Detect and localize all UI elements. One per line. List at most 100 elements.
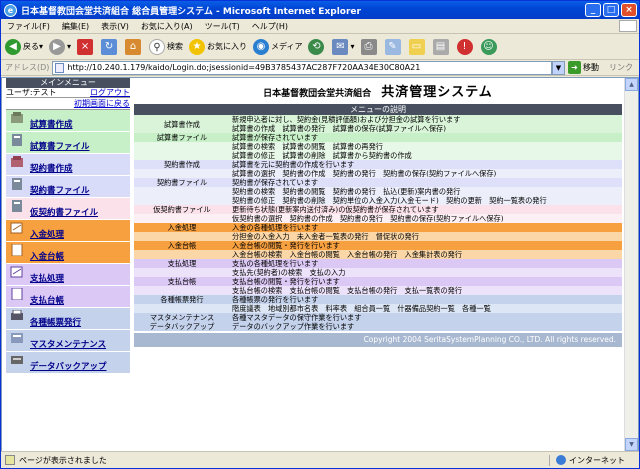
- row-description: 試算書が保存されています: [230, 133, 622, 142]
- mail-button[interactable]: ✉ ▾: [332, 38, 355, 55]
- go-button[interactable]: ➜ 移動: [568, 61, 599, 74]
- sidebar-item-contract-create[interactable]: 契約書作成: [6, 154, 130, 176]
- close-button[interactable]: ×: [621, 3, 637, 17]
- org-name: 日本基督教団会堂共済組合: [263, 89, 372, 99]
- row-description: 入金の各種処理を行います: [230, 223, 622, 232]
- table-row: 試算書ファイル 試算書が保存されています: [134, 133, 622, 142]
- row-description: 階度議表 地域別都市名表 料率表 組合員一覧 什器備品契約一覧 各種一覧: [230, 304, 622, 313]
- main-panel: 日本基督教団会堂共済組合 共済管理システム メニューの説明 試算書作成 新規申込者に…: [130, 78, 638, 451]
- home-link[interactable]: 初期画面に戻る: [74, 99, 130, 108]
- fax-button[interactable]: ▤: [432, 38, 451, 55]
- contract-file-icon: [10, 178, 24, 190]
- forward-button[interactable]: ▶ ▾: [49, 38, 71, 55]
- payment-in-icon: [10, 222, 24, 234]
- messenger-button[interactable]: !: [456, 38, 475, 55]
- table-row: マスタメンテナンス 各種マスタデータの保守作業を行います: [134, 313, 622, 322]
- row-description: 新規申込者に対し、契約金(見積評価額)および分担金の試算を行います 試算書の作成 …: [230, 115, 622, 133]
- row-description: データのバックアップ作業を行います: [230, 322, 622, 331]
- menu-edit[interactable]: 編集(E): [62, 21, 89, 32]
- stop-button[interactable]: ×: [77, 38, 95, 55]
- security-zone: インターネット: [549, 454, 639, 466]
- fax-icon: ▤: [432, 38, 449, 55]
- home-button[interactable]: ⌂: [125, 38, 143, 55]
- vertical-scrollbar[interactable]: ▲ ▼: [624, 78, 638, 451]
- star-icon: ★: [189, 38, 206, 55]
- discuss-button[interactable]: ▭: [408, 38, 427, 55]
- edit-button[interactable]: ✎: [384, 38, 403, 55]
- description-line: 支払台帳の閲覧・発行を行います: [232, 277, 340, 286]
- row-description: 試算書の選択 契約書の作成 契約書の発行 契約書の保存(契約ファイルへ保存): [230, 169, 622, 178]
- history-button[interactable]: ⟲: [308, 38, 326, 55]
- menu-file[interactable]: ファイル(F): [7, 21, 50, 32]
- sidebar-item-reports[interactable]: 各種帳票発行: [6, 308, 130, 330]
- home-row: 初期画面に戻る: [6, 98, 130, 110]
- sidebar-item-payment-out-ledger[interactable]: 支払台帳: [6, 286, 130, 308]
- search-button[interactable]: ⚲ 検索: [149, 38, 183, 55]
- address-input[interactable]: http://10.240.1.179/kaido/Login.do;jsess…: [52, 60, 552, 75]
- favorites-button[interactable]: ★ お気に入り: [189, 38, 247, 55]
- address-dropdown-button[interactable]: ▼: [552, 60, 565, 75]
- media-button[interactable]: ◉ メディア: [253, 38, 302, 55]
- row-description: 支払の各種処理を行います: [230, 259, 622, 268]
- history-icon: ⟲: [308, 38, 325, 55]
- back-button[interactable]: ◀ 戻る ▾: [5, 38, 43, 55]
- scroll-up-button[interactable]: ▲: [625, 78, 638, 91]
- sidebar-item-data-backup[interactable]: データバックアップ: [6, 352, 130, 374]
- sidebar-item-payment-in-ledger[interactable]: 入金台帳: [6, 242, 130, 264]
- menu-tools[interactable]: ツール(T): [205, 21, 240, 32]
- sidebar-item-estimate-create[interactable]: 試算書作成: [6, 110, 130, 132]
- row-key: 契約書作成: [164, 160, 200, 169]
- table-row: 入金台帳 入金台帳の閲覧・発行を行います: [134, 241, 622, 250]
- row-description: 入金台帳の閲覧・発行を行います: [230, 241, 622, 250]
- row-key: [134, 169, 230, 178]
- row-description: 入金台帳の検索 入金台帳の閲覧 入金台帳の発行 入金集計表の発行: [230, 250, 622, 259]
- links-button[interactable]: リンク: [609, 62, 633, 73]
- section-title: メニューの説明: [134, 104, 622, 115]
- payment-out-icon: [10, 266, 24, 278]
- windows-flag-icon: [619, 20, 637, 32]
- menu-bar: ファイル(F) 編集(E) 表示(V) お気に入り(A) ツール(T) ヘルプ(…: [1, 19, 639, 34]
- sidebar-item-payment-in[interactable]: 入金処理: [6, 220, 130, 242]
- user-row: ユーザ:テスト ログアウト: [6, 88, 130, 98]
- sidebar-item-master-maintenance[interactable]: マスタメンテナンス: [6, 330, 130, 352]
- description-line: 入金台帳の検索 入金台帳の閲覧 入金台帳の発行 入金集計表の発行: [232, 250, 463, 259]
- sidebar: メインメニュー ユーザ:テスト ログアウト 初期画面に戻る 試算書作成 試算書フ…: [2, 78, 130, 451]
- row-description: 各種マスタデータの保守作業を行います: [230, 313, 622, 322]
- logout-link[interactable]: ログアウト: [90, 88, 130, 97]
- description-line: 契約書の検索 契約書の閲覧 契約書の発行 払込(更新)案内書の発行: [232, 187, 461, 196]
- row-key: [134, 187, 230, 205]
- table-row: データバックアップ データのバックアップ作業を行います: [134, 322, 622, 331]
- sidebar-item-provisional-file[interactable]: 仮契約書ファイル: [6, 198, 130, 220]
- master-maintenance-icon: [10, 332, 24, 344]
- table-row: 支払処理 支払の各種処理を行います: [134, 259, 622, 268]
- address-bar: アドレス(D) http://10.240.1.179/kaido/Login.…: [1, 60, 639, 76]
- menu-view[interactable]: 表示(V): [101, 21, 129, 32]
- toolbar: ◀ 戻る ▾ ▶ ▾ × ↻ ⌂ ⚲ 検索 ★ お気に入り ◉ メディア ⟲ ✉ ▾ ⎙ ✎…: [1, 34, 639, 60]
- sidebar-item-contract-file[interactable]: 契約書ファイル: [6, 176, 130, 198]
- refresh-button[interactable]: ↻: [101, 38, 119, 55]
- menu-favorites[interactable]: お気に入り(A): [141, 21, 193, 32]
- status-text: ページが表示されました: [19, 455, 107, 465]
- description-line: 階度議表 地域別都市名表 料率表 組合員一覧 什器備品契約一覧 各種一覧: [232, 304, 491, 313]
- row-key: [134, 214, 230, 223]
- go-arrow-icon: ➜: [568, 61, 581, 74]
- menu-description-table: 試算書作成 新規申込者に対し、契約金(見積評価額)および分担金の試算を行います 試算…: [134, 115, 622, 331]
- table-row: 支払先(契約者)の検索 支払の入力: [134, 268, 622, 277]
- row-description: 仮契約書の選択 契約書の作成 契約書の発行 契約書の保存(契約ファイルへ保存): [230, 214, 622, 223]
- sidebar-item-payment-out[interactable]: 支払処理: [6, 264, 130, 286]
- row-key: 試算書ファイル: [156, 133, 208, 142]
- minimize-button[interactable]: _: [585, 3, 601, 17]
- menu-help[interactable]: ヘルプ(H): [252, 21, 288, 32]
- print-button[interactable]: ⎙: [360, 38, 379, 55]
- row-key: 支払台帳: [167, 277, 197, 286]
- sidebar-item-estimate-file[interactable]: 試算書ファイル: [6, 132, 130, 154]
- maximize-button[interactable]: □: [603, 3, 619, 17]
- scroll-down-button[interactable]: ▼: [625, 438, 638, 451]
- page-title: 日本基督教団会堂共済組合 共済管理システム: [134, 78, 622, 102]
- window-title: 日本基督教団会堂共済組合 総合員管理システム - Microsoft Inter…: [21, 6, 361, 17]
- table-row: 入金処理 入金の各種処理を行います: [134, 223, 622, 232]
- row-description: 試算書を元に契約書の作成を行います: [230, 160, 622, 169]
- table-row: 分担金の入金入力 未入金者一覧表の発行 督促状の発行: [134, 232, 622, 241]
- people-button[interactable]: ☺: [480, 38, 499, 55]
- home-icon: ⌂: [125, 38, 142, 55]
